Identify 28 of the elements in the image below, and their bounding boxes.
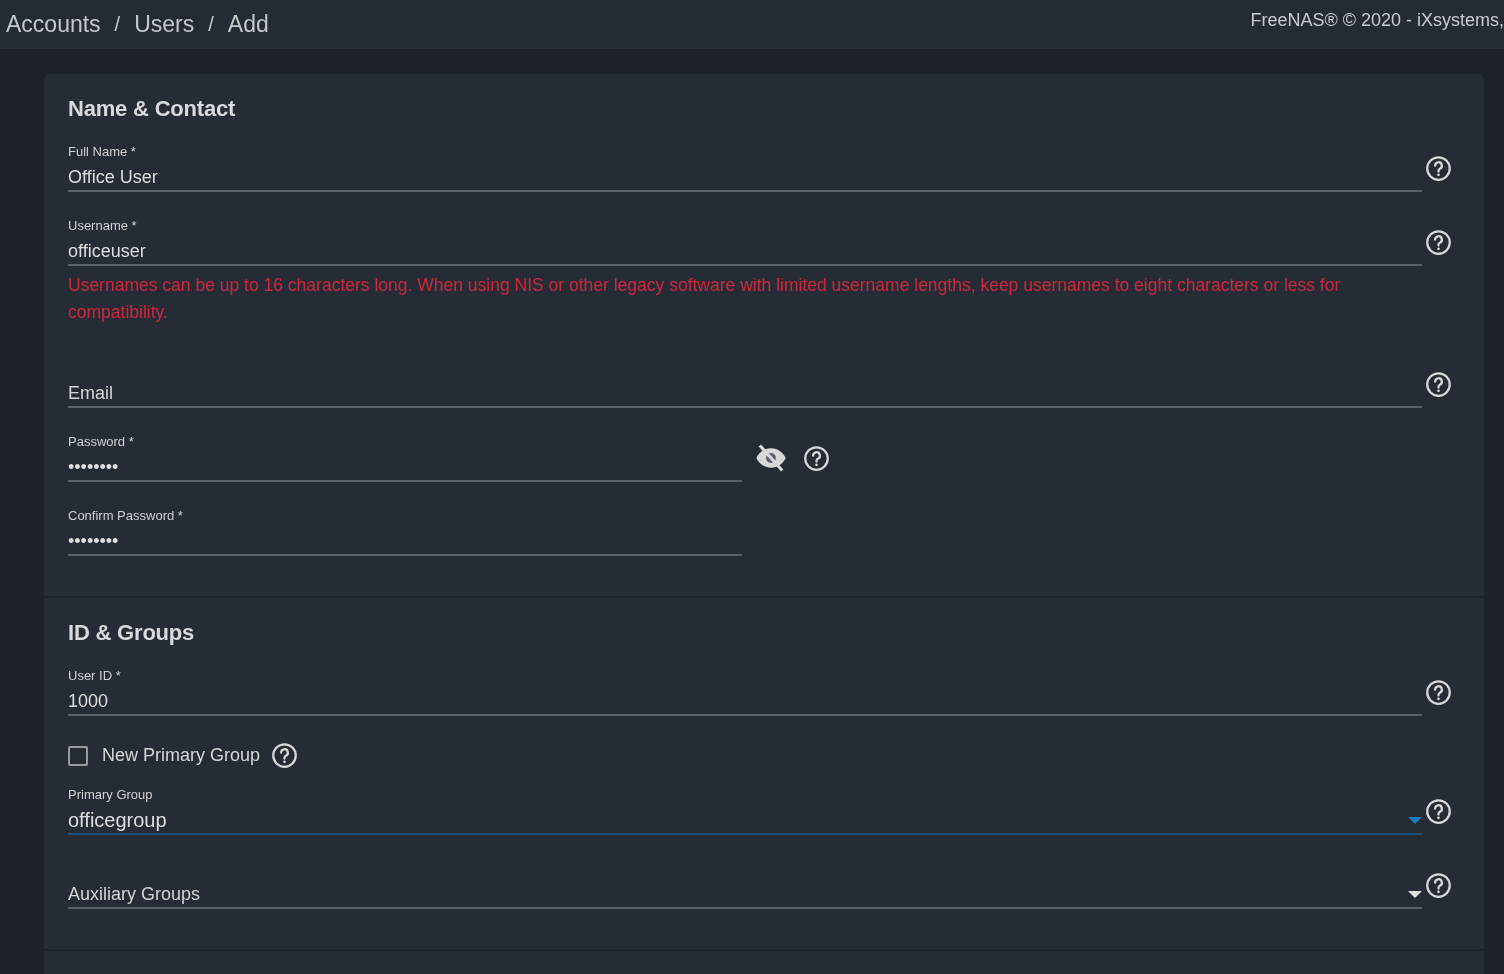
- help-icon[interactable]: [1425, 370, 1452, 398]
- input-field[interactable]: Username * officeuser: [68, 218, 1422, 266]
- breadcrumb-link[interactable]: Users: [134, 11, 195, 38]
- checkbox-label[interactable]: New Primary Group: [102, 745, 261, 766]
- input-field[interactable]: User ID * 1000: [68, 668, 1422, 716]
- eye-slash-icon[interactable]: [754, 444, 788, 472]
- breadcrumb-link[interactable]: Accounts: [6, 11, 101, 38]
- help-icon[interactable]: [1425, 797, 1452, 825]
- help-icon[interactable]: [1425, 154, 1452, 182]
- section-title: ID & Groups: [68, 620, 196, 646]
- checkbox[interactable]: [68, 745, 88, 766]
- help-icon[interactable]: [1425, 871, 1452, 899]
- password-field[interactable]: Password * ••••••••: [68, 434, 742, 482]
- help-icon[interactable]: [803, 444, 830, 472]
- breadcrumb-current: Add: [227, 11, 269, 38]
- select-field[interactable]: Primary Group officegroup: [68, 787, 1422, 835]
- password-field[interactable]: Confirm Password * ••••••••: [68, 508, 742, 556]
- copyright-text: FreeNAS® © 2020 - iXsystems,: [1250, 10, 1504, 31]
- input-field[interactable]: Email: [68, 360, 1422, 408]
- error-message: Usernames can be up to 16 characters long. When using NIS or other legacy software with limited username lengths, keep usernames to eight characters or less for compatibility.: [68, 274, 1342, 324]
- breadcrumb-separator: /: [208, 13, 214, 36]
- help-icon[interactable]: [1425, 228, 1452, 256]
- section-title: Name & Contact: [68, 96, 237, 122]
- select-field[interactable]: Auxiliary Groups: [68, 861, 1422, 909]
- input-field[interactable]: Full Name * Office User: [68, 144, 1422, 192]
- help-icon[interactable]: [1425, 678, 1452, 706]
- breadcrumb-separator: /: [114, 13, 121, 36]
- help-icon[interactable]: [271, 742, 299, 769]
